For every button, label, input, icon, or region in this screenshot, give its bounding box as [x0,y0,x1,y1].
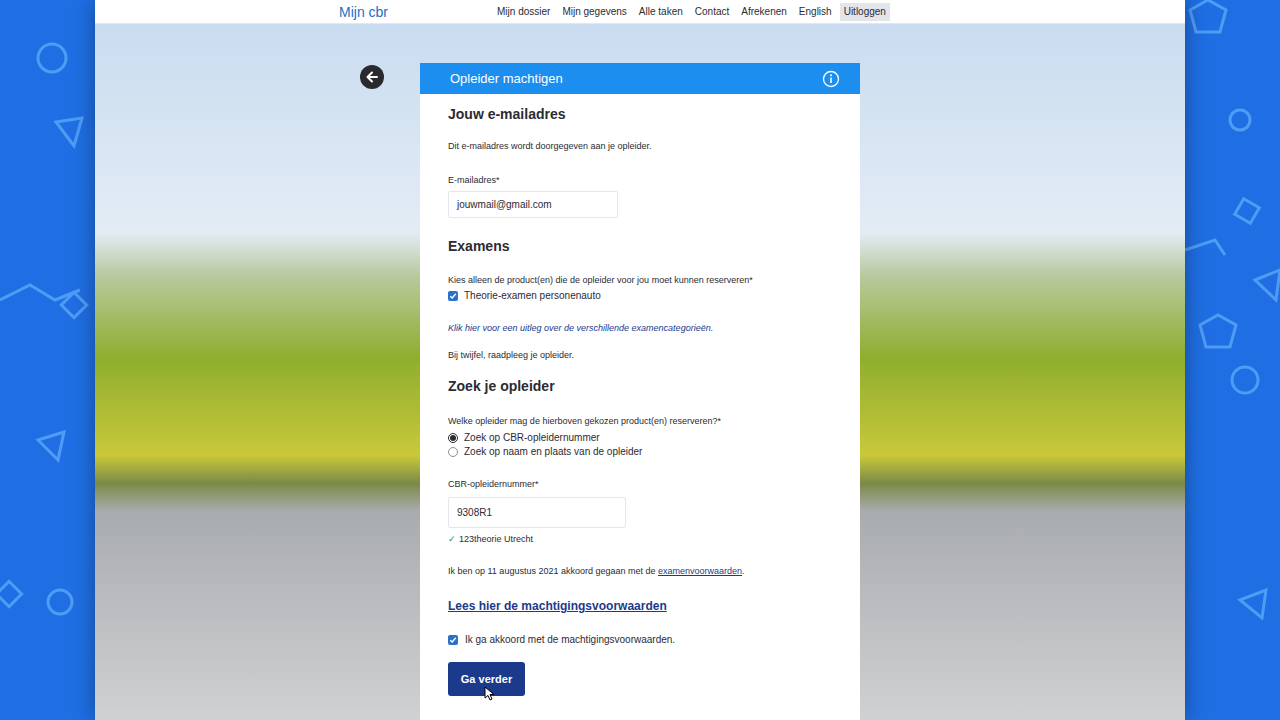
option-label[interactable]: Zoek op naam en plaats van de opleider [464,446,642,458]
prompt: Welke opleider mag de hierboven gekozen … [448,415,721,427]
nav-link[interactable]: Mijn dossier [493,3,554,21]
nav-link[interactable]: Alle taken [635,3,687,21]
nav-link[interactable]: Mijn gegevens [558,3,630,21]
section-heading: Examens [448,237,509,255]
terms-link[interactable]: Lees hier de machtigingsvoorwaarden [448,599,667,614]
radio-button[interactable] [448,447,458,457]
match-name: 123theorie Utrecht [459,533,533,545]
prompt: Kies alleen de product(en) die de opleid… [448,274,753,286]
text-field[interactable]: jouwmail@gmail.com [448,191,618,218]
form-wrapper: Opleider machtigen Jouw e-mailadres Dit e-… [420,63,860,720]
help-link[interactable]: Klik hier voor een uitleg over de versch… [448,322,713,334]
nav-links: Mijn dossierMijn gegevens Alle takenConta… [493,3,890,21]
terms-text: Ik ben op 11 augustus 2021 akkoord gegaa… [448,566,658,576]
section-heading: Zoek je opleider [448,377,555,395]
nav-link[interactable]: Afrekenen [737,3,791,21]
logo[interactable]: Mijn cbr [339,5,388,19]
back-arrow-icon [365,70,379,84]
nav-link[interactable]: English [795,3,836,21]
exam-option[interactable]: Theorie-examen personenauto [448,290,601,302]
field-label: E-mailadres* [448,174,500,186]
check-icon [449,292,457,300]
nav-link[interactable]: Uitloggen [840,3,890,21]
text-field[interactable]: 9308R1 [448,497,626,528]
exam-terms-link[interactable]: examenvoorwaarden [658,566,742,576]
form-card: Opleider machtigen Jouw e-mailadres Dit e-… [420,63,860,720]
submit-wrapper: Ga verder [448,662,525,696]
terms-text: . [742,566,745,576]
card-body: Jouw e-mailadres Dit e-mailadres wordt do… [420,94,860,716]
check-mark-icon: ✓ [448,533,456,545]
option-label[interactable]: Zoek op CBR-opleidernummer [464,432,600,444]
exam-terms-note: Ik ben op 11 augustus 2021 akkoord gegaa… [448,565,745,577]
field-label: CBR-opleidernummer* [448,478,539,490]
card-header: Opleider machtigen [420,63,860,94]
search-mode-option[interactable]: Zoek op naam en plaats van de opleider [448,446,642,458]
option-label[interactable]: Theorie-examen personenauto [464,290,601,302]
nav-link[interactable]: Contact [691,3,733,21]
back-button[interactable] [360,65,384,89]
top-nav: Mijn cbr Mijn dossierMijn gegevens Alle ta… [95,0,1185,24]
match-result: ✓123theorie Utrecht [448,533,533,545]
checkbox[interactable] [448,635,458,645]
background-photo: Opleider machtigen Jouw e-mailadres Dit e-… [95,24,1185,720]
agree-row[interactable]: Ik ga akkoord met de machtigingsvoorwaar… [448,634,675,646]
radio-button[interactable] [448,433,458,443]
browser-page: Mijn cbr Mijn dossierMijn gegevens Alle ta… [95,0,1185,720]
search-mode-option[interactable]: Zoek op CBR-opleidernummer [448,432,600,444]
hint: Bij twijfel, raadpleeg je opleider. [448,349,574,361]
info-icon [822,70,840,88]
agree-label[interactable]: Ik ga akkoord met de machtigingsvoorwaar… [465,634,675,646]
section-heading: Jouw e-mailadres [448,105,566,123]
mouse-pointer-icon [484,686,496,702]
checkbox[interactable] [448,291,458,301]
card-title: Opleider machtigen [450,69,563,89]
check-icon [449,636,457,644]
radio-dot [450,435,456,441]
note: Dit e-mailadres wordt doorgegeven aan je… [448,140,652,152]
video-frame: Mijn cbr Mijn dossierMijn gegevens Alle ta… [0,0,1280,720]
